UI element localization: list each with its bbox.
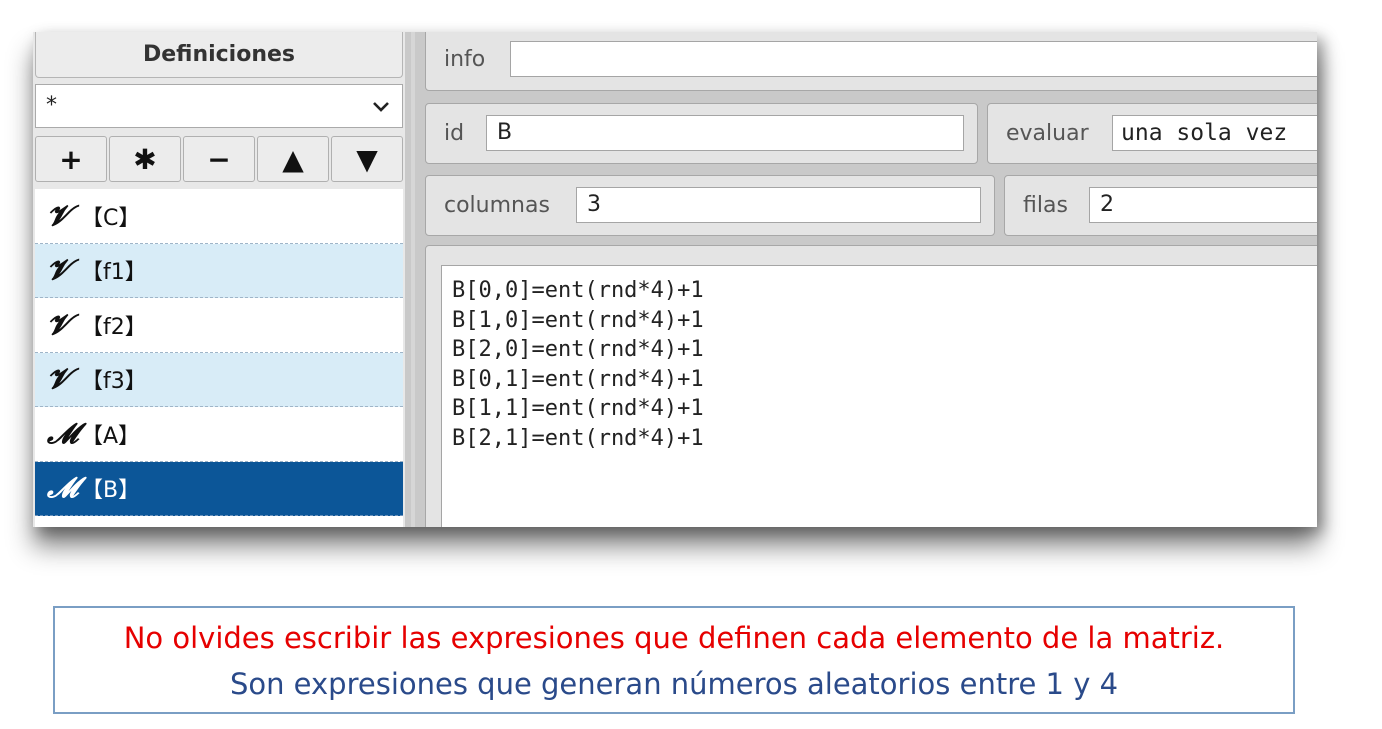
evaluar-label: evaluar [1006,121,1089,146]
matrix-icon: 𝓜 [47,416,79,450]
expression-line: B[0,0]=ent(rnd*4)+1 [452,278,704,303]
list-item-label: 【C】 [81,205,141,231]
list-item-b-selected[interactable]: 𝓜 【B】 [35,461,403,516]
info-input[interactable] [510,41,1317,77]
chevron-down-icon [373,102,389,112]
vector-icon: 𝓥 [47,198,71,232]
info-label: info [444,47,486,72]
filas-input[interactable]: 2 [1089,187,1317,223]
expression-line: B[0,1]=ent(rnd*4)+1 [452,366,704,392]
evaluar-group: evaluar una sola vez [987,103,1317,164]
expression-line: B[2,1]=ent(rnd*4)+1 [452,425,704,451]
id-group: id B [425,103,978,164]
columnas-input[interactable]: 3 [576,187,981,223]
list-item-label: 【f1】 [81,260,147,286]
expression-line: B[2,0]=ent(rnd*4)+1 [452,337,704,363]
columnas-group: columnas 3 [425,175,995,236]
editor-window: Definiciones * + ✱ − ▲ ▼ 𝓥 【C】 𝓥 【f1】 𝓥 … [33,32,1317,527]
list-item-f1[interactable]: 𝓥 【f1】 [35,243,403,298]
filas-group: filas 2 [1004,175,1317,236]
info-group: info [425,32,1317,91]
instruction-note: No olvides escribir las expresiones que … [53,606,1295,714]
list-item-label: 【B】 [81,478,141,504]
definitions-header: Definiciones [35,32,403,78]
expression-line: B[1,1]=ent(rnd*4)+1 [452,396,704,422]
note-line-2: Son expresiones que generan números alea… [229,667,1119,701]
definitions-list: 𝓥 【C】 𝓥 【f1】 𝓥 【f2】 𝓥 【f3】 𝓜 【A】 𝓜 【B】 [35,189,403,527]
evaluar-select[interactable]: una sola vez [1112,115,1317,151]
panel-splitter[interactable] [411,32,415,527]
remove-button[interactable]: − [183,136,255,182]
properties-panel: info id B evaluar una sola vez columnas … [411,32,1317,527]
list-item-a[interactable]: 𝓜 【A】 [35,407,403,462]
vector-icon: 𝓥 [47,362,71,396]
expression-line: B[1,0]=ent(rnd*4)+1 [452,307,704,333]
move-up-button[interactable]: ▲ [257,136,329,182]
list-item-label: 【f2】 [81,314,147,340]
vector-icon: 𝓥 [47,253,71,287]
vector-icon: 𝓥 [47,307,71,341]
list-item-label: 【A】 [81,423,141,449]
move-down-button[interactable]: ▼ [331,136,403,182]
list-item-c[interactable]: 𝓥 【C】 [35,189,403,244]
filas-label: filas [1023,193,1068,218]
list-item-f2[interactable]: 𝓥 【f2】 [35,298,403,353]
filter-value: * [46,93,57,118]
id-label: id [444,121,465,146]
duplicate-button[interactable]: ✱ [109,136,181,182]
definitions-filter-select[interactable]: * [35,84,403,128]
definitions-toolbar: + ✱ − ▲ ▼ [35,136,403,182]
columnas-label: columnas [444,193,550,218]
note-line-1: No olvides escribir las expresiones que … [123,621,1225,655]
expression-textarea[interactable]: B[0,0]=ent(rnd*4)+1 B[1,0]=ent(rnd*4)+1 B[… [441,265,1317,527]
id-input[interactable]: B [486,115,964,151]
matrix-icon: 𝓜 [47,471,79,505]
add-button[interactable]: + [35,136,107,182]
list-item-f3[interactable]: 𝓥 【f3】 [35,352,403,407]
definitions-panel: Definiciones * + ✱ − ▲ ▼ 𝓥 【C】 𝓥 【f1】 𝓥 … [33,32,405,527]
list-item-label: 【f3】 [81,369,147,395]
